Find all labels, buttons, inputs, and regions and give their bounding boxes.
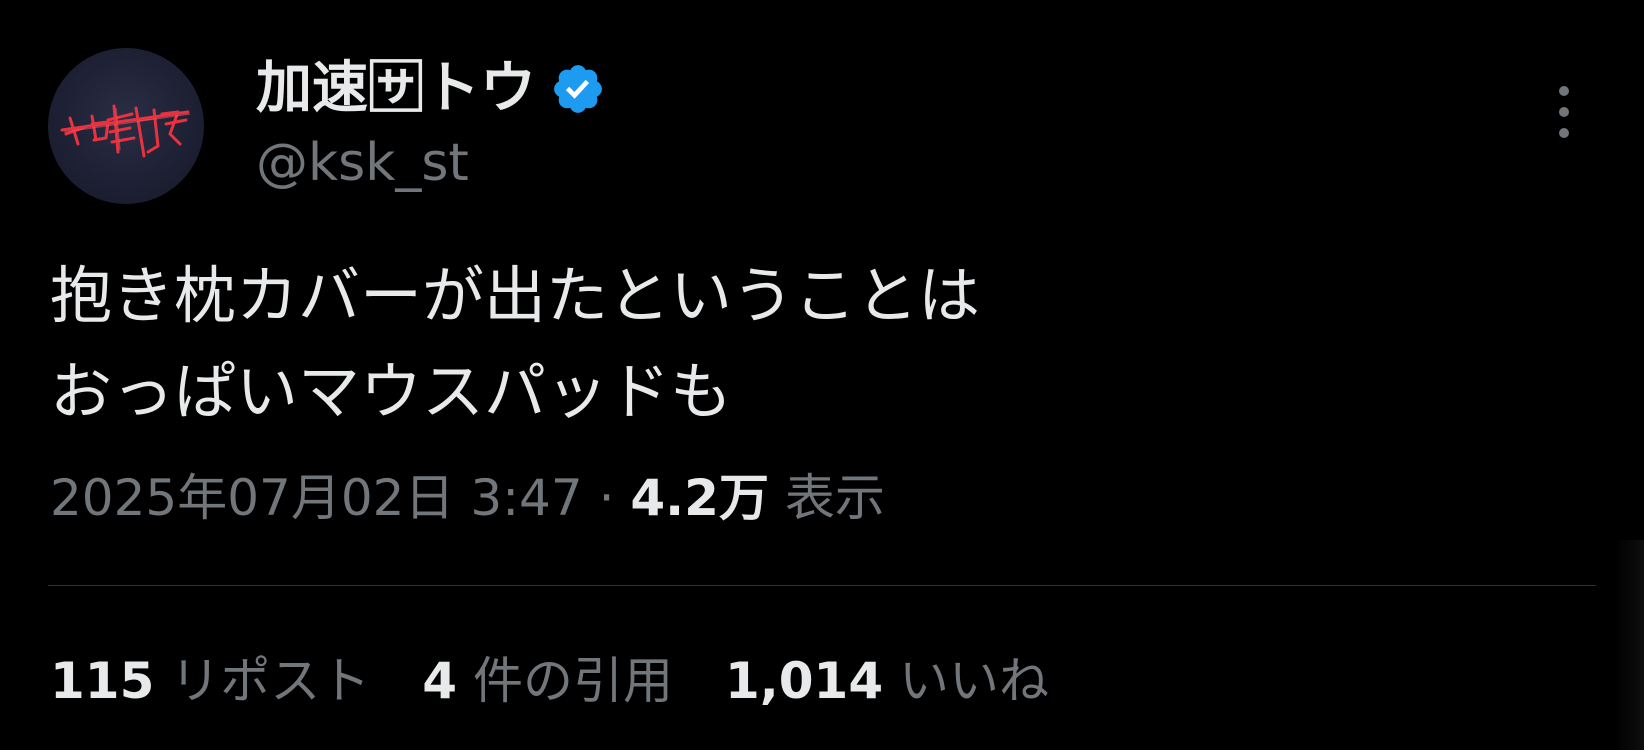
author-handle[interactable]: @ksk_st [256, 128, 469, 198]
reposts-label: リポスト [170, 652, 371, 710]
tweet-text: 抱き枕カバーが出たということは おっぱいマウスパッドも [50, 248, 1450, 440]
tweet-text-line: おっぱいマウスパッドも [50, 355, 733, 428]
author-name-row: 加速🈂トウ [256, 52, 606, 126]
reposts-stat[interactable]: 115 リポスト [50, 646, 370, 716]
display-name[interactable]: 加速🈂トウ [256, 52, 536, 126]
quotes-count: 4 [422, 652, 458, 710]
engagement-stats: 115 リポスト 4 件の引用 1,014 いいね [50, 646, 1049, 716]
more-dot [1559, 86, 1569, 96]
meta-separator: · [598, 469, 615, 527]
reposts-count: 115 [50, 652, 155, 710]
quotes-label: 件の引用 [472, 652, 673, 710]
scroll-edge-shade [1614, 540, 1644, 750]
tweet-meta: 2025年07月02日 3:47 · 4.2万 表示 [50, 462, 885, 534]
views-label[interactable]: 表示 [785, 469, 885, 527]
views-count[interactable]: 4.2万 [630, 469, 769, 527]
likes-stat[interactable]: 1,014 いいね [725, 646, 1049, 716]
tweet-detail: 加速🈂トウ @ksk_st 抱き枕カバーが出たということは おっぱいマウスパッド… [0, 0, 1644, 750]
avatar[interactable] [48, 48, 204, 204]
likes-label: いいね [899, 652, 1050, 710]
quotes-stat[interactable]: 4 件の引用 [422, 646, 673, 716]
tweet-text-line: 抱き枕カバーが出たということは [50, 259, 981, 332]
avatar-logo-icon [60, 104, 191, 158]
tweet-timestamp[interactable]: 2025年07月02日 3:47 [50, 469, 583, 527]
verified-badge-icon[interactable] [550, 61, 606, 117]
likes-count: 1,014 [724, 652, 884, 710]
more-dot [1559, 128, 1569, 138]
more-vertical-icon[interactable] [1544, 80, 1584, 144]
more-dot [1559, 107, 1569, 117]
divider [48, 585, 1596, 586]
